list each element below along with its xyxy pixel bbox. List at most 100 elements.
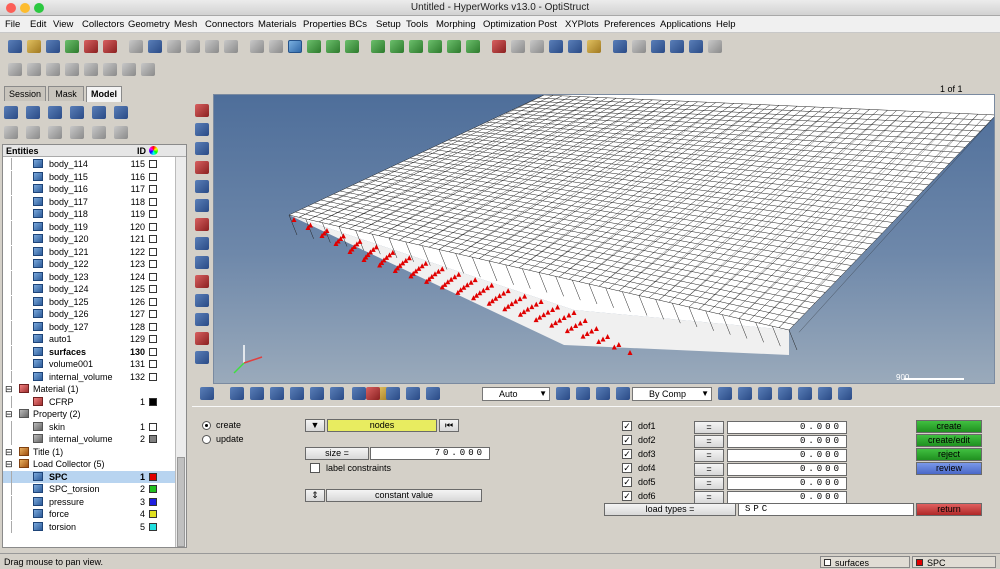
text-icon[interactable]: [195, 332, 209, 345]
list-item[interactable]: body_123 124: [3, 270, 186, 284]
collapse-icon[interactable]: ⊟: [5, 384, 13, 395]
color-swatch[interactable]: [149, 210, 157, 218]
move-icon[interactable]: [250, 40, 264, 53]
size-label-button[interactable]: size =: [305, 447, 369, 460]
model-icon[interactable]: [195, 351, 209, 364]
load-types-button[interactable]: load types =: [604, 503, 736, 516]
color-swatch[interactable]: [149, 285, 157, 293]
color-swatch[interactable]: [149, 247, 157, 256]
view-rotate-icon[interactable]: [447, 40, 461, 53]
tab-session[interactable]: Session: [4, 86, 46, 101]
right-view-icon[interactable]: [195, 180, 209, 193]
snap-icon[interactable]: [8, 63, 22, 76]
dof3-value-field[interactable]: 0.000: [727, 449, 847, 462]
arrow-left-icon[interactable]: [167, 40, 181, 53]
layout-4-icon[interactable]: [103, 63, 117, 76]
color-swatch[interactable]: [149, 322, 157, 331]
menu-view[interactable]: View: [53, 19, 73, 30]
reject-button[interactable]: reject: [916, 448, 982, 461]
menu-bcs[interactable]: BCs: [349, 19, 367, 30]
display-icon[interactable]: [92, 106, 106, 119]
color-swatch[interactable]: [149, 172, 157, 181]
show-icon[interactable]: [4, 126, 18, 139]
arrow-right-icon[interactable]: [186, 40, 200, 53]
menu-properties[interactable]: Properties: [303, 19, 346, 30]
color-mode-dropdown[interactable]: By Comp ▼: [632, 387, 712, 401]
copy-icon[interactable]: [651, 40, 665, 53]
color-swatch[interactable]: [149, 335, 157, 343]
list-item[interactable]: body_122 123: [3, 258, 186, 271]
current-loadcol-indicator[interactable]: SPC: [912, 556, 996, 568]
color-swatch[interactable]: [149, 510, 157, 518]
tree-folder[interactable]: ⊟ Title (1): [3, 446, 186, 459]
entity-tree[interactable]: Entities ID body_114 115 body_115 116 body_1…: [2, 144, 187, 548]
isolate-icon[interactable]: [48, 126, 62, 139]
dof1-checkbox[interactable]: ✓: [622, 421, 632, 431]
create-button[interactable]: create: [916, 420, 982, 433]
export-icon[interactable]: [65, 40, 79, 53]
abc-label-icon[interactable]: [195, 294, 209, 307]
color-swatch[interactable]: [149, 360, 157, 368]
view-left-icon[interactable]: [371, 40, 385, 53]
dof3-checkbox[interactable]: ✓: [622, 449, 632, 459]
menu-edit[interactable]: Edit: [30, 19, 46, 30]
list-item[interactable]: internal_volume 2: [3, 433, 186, 446]
tree-scrollbar-thumb[interactable]: [177, 457, 185, 547]
menu-file[interactable]: File: [5, 19, 20, 30]
grid-icon[interactable]: [27, 63, 41, 76]
contour-icon[interactable]: [330, 387, 344, 400]
legend-icon[interactable]: [352, 387, 366, 400]
element-display-icon[interactable]: [616, 387, 630, 400]
list-item[interactable]: internal_volume 132: [3, 370, 186, 384]
selected-icon[interactable]: [70, 126, 84, 139]
zoom-window-icon[interactable]: [511, 40, 525, 53]
paste2-icon[interactable]: [689, 40, 703, 53]
menu-help[interactable]: Help: [716, 19, 736, 30]
hide-icon[interactable]: [26, 126, 40, 139]
color-swatch[interactable]: [149, 222, 157, 231]
list-item[interactable]: body_120 121: [3, 233, 186, 246]
display-mode-icon[interactable]: [200, 387, 214, 400]
view-top-icon[interactable]: [326, 40, 340, 53]
frame-icon[interactable]: [269, 40, 283, 53]
dof5-checkbox[interactable]: ✓: [622, 477, 632, 487]
open-model-icon[interactable]: [8, 40, 22, 53]
menu-mesh[interactable]: Mesh: [174, 19, 197, 30]
geometry-icon[interactable]: [818, 387, 832, 400]
color-swatch[interactable]: [149, 435, 157, 443]
filter-icon[interactable]: [48, 106, 62, 119]
color-swatch[interactable]: [149, 260, 157, 268]
color-swatch[interactable]: [149, 160, 157, 168]
view-back-icon[interactable]: [428, 40, 442, 53]
dof3-equals-button[interactable]: =: [694, 449, 724, 462]
clip-icon[interactable]: [613, 40, 627, 53]
isolate-icon[interactable]: [406, 387, 420, 400]
reverse-icon[interactable]: [114, 126, 128, 139]
color-swatch[interactable]: [149, 422, 157, 431]
zoom-out-icon[interactable]: [530, 40, 544, 53]
create-edit-button[interactable]: create/edit: [916, 434, 982, 447]
layout-5-icon[interactable]: [122, 63, 136, 76]
zoom-in-icon[interactable]: [288, 40, 302, 53]
info-icon[interactable]: [195, 237, 209, 250]
reset-selection-button[interactable]: ⏮: [439, 419, 459, 432]
dof2-value-field[interactable]: 0.000: [727, 435, 847, 448]
size-field[interactable]: 70.000: [370, 447, 490, 460]
tree-folder[interactable]: ⊟ Material (1): [3, 383, 186, 396]
cut-icon[interactable]: [708, 40, 722, 53]
layout-2-icon[interactable]: [65, 63, 79, 76]
color-swatch[interactable]: [149, 272, 157, 281]
view-iso-icon[interactable]: [307, 40, 321, 53]
menu-morphing[interactable]: Morphing: [436, 19, 476, 30]
tab-model[interactable]: Model: [86, 86, 122, 102]
mask-icon[interactable]: [492, 40, 506, 53]
transparent-icon[interactable]: [270, 387, 284, 400]
collapse-icon[interactable]: [798, 387, 812, 400]
collapse-icon[interactable]: ⊟: [5, 447, 13, 458]
menu-geometry[interactable]: Geometry: [128, 19, 170, 30]
tree-folder[interactable]: ⊟ Load Collector (5): [3, 458, 186, 471]
menu-xyplots[interactable]: XYPlots: [565, 19, 599, 30]
list-item[interactable]: SPC 1: [3, 470, 186, 483]
link-icon[interactable]: [195, 218, 209, 231]
save-icon[interactable]: [46, 40, 60, 53]
